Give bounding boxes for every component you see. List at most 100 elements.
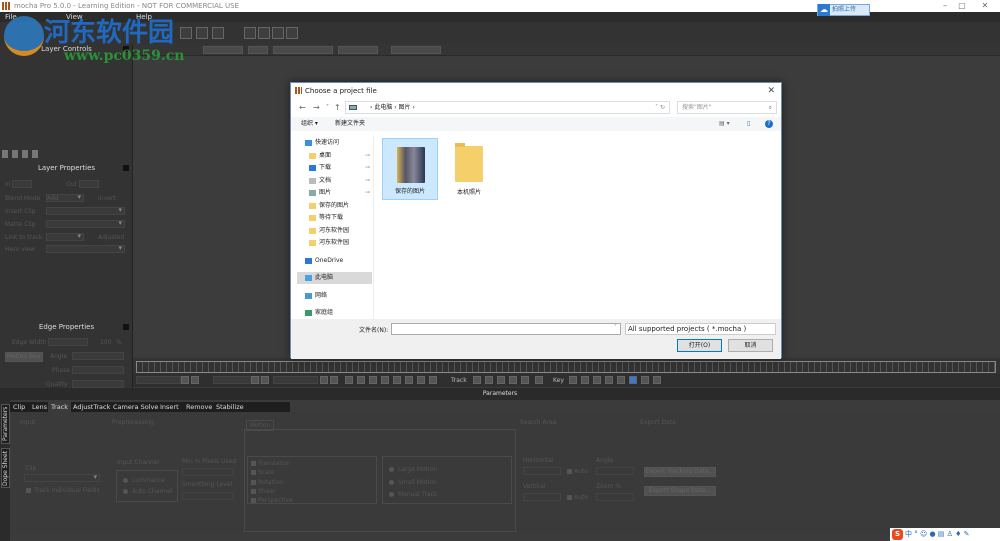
tab-clip[interactable]: Clip (10, 402, 28, 412)
menu-view[interactable]: View (66, 12, 83, 22)
tab-camera-solve[interactable]: Camera Solve (110, 402, 161, 412)
matte-clip-select[interactable] (46, 219, 125, 228)
tab-dope-sheet[interactable]: Dope Sheet (1, 448, 10, 488)
export-tracking-button[interactable]: Export Tracking Data... (644, 467, 716, 477)
organize-button[interactable]: 组织 ▾ (301, 117, 318, 131)
filetype-select[interactable]: All supported projects ( *.mocha ) (625, 323, 776, 335)
playback-button[interactable] (405, 376, 413, 384)
nav-item[interactable]: 家庭组 (297, 307, 372, 319)
angle-field[interactable] (596, 467, 634, 475)
adjusted-checkbox[interactable]: Adjusted (98, 234, 124, 241)
menu-help[interactable]: Help (136, 12, 152, 22)
luminance-radio[interactable] (123, 478, 128, 483)
cancel-button[interactable]: 取消 (728, 339, 773, 352)
search-input[interactable]: 搜索"图片" ⌕ (677, 101, 777, 114)
track-button[interactable] (535, 376, 543, 384)
ime-toolbar[interactable]: S中 ° ☺ ● ▤ ♙ ♦ ✎ (890, 528, 1000, 541)
help-icon[interactable]: ? (765, 120, 773, 128)
tab-remove[interactable]: Remove (183, 402, 215, 412)
nav-item[interactable]: 河东软件园 (297, 225, 372, 237)
quality-field[interactable] (72, 380, 124, 388)
track-button[interactable] (521, 376, 529, 384)
forward-icon[interactable]: → (313, 101, 320, 114)
frame-field[interactable] (136, 376, 181, 384)
view-buttons[interactable] (338, 46, 378, 54)
playback-button[interactable] (417, 376, 425, 384)
nav-item[interactable]: 桌面 ⊸ (297, 150, 372, 162)
keyframe-button[interactable] (653, 376, 661, 384)
preview-pane-icon[interactable]: ▯ (747, 117, 750, 131)
open-button[interactable]: 打开(O) (677, 339, 722, 352)
dialog-close-button[interactable]: ✕ (767, 83, 775, 99)
tab-lens[interactable]: Lens (29, 402, 50, 412)
zoom-field[interactable] (596, 493, 634, 501)
track-fields-checkbox[interactable] (26, 488, 31, 493)
tab-insert[interactable]: Insert (157, 402, 182, 412)
view-buttons[interactable] (391, 46, 441, 54)
timeline-ruler[interactable] (136, 361, 996, 373)
playback-button[interactable] (181, 376, 189, 384)
insert-clip-select[interactable] (46, 206, 125, 215)
playback-button[interactable] (330, 376, 338, 384)
nav-item[interactable]: 快速访问 (297, 137, 372, 149)
close-icon[interactable] (123, 165, 129, 171)
motion-rotation-checkbox[interactable] (251, 479, 256, 485)
recent-dropdown-icon[interactable]: ˅ (326, 101, 329, 114)
tab-track[interactable]: Track (48, 402, 72, 412)
smoothing-field[interactable] (182, 492, 234, 500)
filename-input[interactable]: ˅ (391, 323, 621, 335)
view-select[interactable] (248, 46, 268, 54)
motion-mode-radio[interactable] (389, 479, 394, 485)
nav-item[interactable]: 此电脑 (297, 272, 372, 284)
tab-parameters[interactable]: Parameters (1, 404, 10, 444)
playback-button[interactable] (191, 376, 199, 384)
keyframe-button[interactable] (569, 376, 577, 384)
playback-button[interactable] (320, 376, 328, 384)
folder-item[interactable]: 本机照片 (441, 138, 497, 200)
edge-width-field[interactable] (48, 338, 88, 346)
motion-mode-radio[interactable] (389, 492, 394, 497)
link-to-track-select[interactable] (46, 232, 84, 241)
tool-button[interactable] (212, 27, 224, 39)
keyframe-button[interactable] (593, 376, 601, 384)
breadcrumb-item[interactable]: 图片 (399, 104, 411, 111)
ime-lang[interactable]: 中 (905, 530, 912, 538)
folder-item[interactable]: 保存的图片 (382, 138, 438, 200)
keyframe-button[interactable] (641, 376, 649, 384)
view-buttons[interactable] (273, 46, 333, 54)
close-icon[interactable] (123, 324, 129, 330)
motion-shear-checkbox[interactable] (251, 488, 256, 494)
path-box[interactable]: › 此电脑 › 图片 › ˅ ↻ (345, 101, 670, 114)
nav-item[interactable]: OneDrive (297, 255, 372, 267)
nav-item[interactable]: 下载 ⊸ (297, 162, 372, 174)
motion-perspective-checkbox[interactable] (251, 498, 256, 504)
nav-item[interactable]: 保存的图片 (297, 200, 372, 212)
angle-field[interactable] (72, 352, 124, 360)
crosshair-icon[interactable] (286, 27, 298, 39)
breadcrumb-item[interactable]: 此电脑 (374, 104, 392, 111)
tool-button[interactable] (180, 27, 192, 39)
vertical-field[interactable] (523, 493, 561, 501)
close-button[interactable]: ✕ (975, 0, 995, 12)
playback-button[interactable] (369, 376, 377, 384)
shape-icon[interactable] (258, 27, 270, 39)
auto-channel-radio[interactable] (123, 489, 128, 494)
horizontal-field[interactable] (523, 467, 561, 475)
nav-item[interactable]: 图片 ⊸ (297, 187, 372, 199)
clip-select[interactable] (24, 473, 100, 482)
new-folder-button[interactable]: 新建文件夹 (335, 117, 365, 131)
nav-item[interactable]: 网络 (297, 290, 372, 302)
link-icon[interactable] (244, 27, 256, 39)
playback-button[interactable] (251, 376, 259, 384)
motion-translation-checkbox[interactable] (251, 461, 256, 466)
view-select[interactable] (203, 46, 243, 54)
playback-button[interactable] (345, 376, 353, 384)
view-options-icon[interactable]: ▤ ▾ (719, 117, 730, 131)
track-button[interactable] (497, 376, 505, 384)
motion-scale-checkbox[interactable] (251, 470, 256, 476)
frame-field[interactable] (213, 376, 268, 384)
motion-tab[interactable]: Motion (246, 420, 275, 431)
invert-checkbox[interactable]: Invert (98, 195, 116, 202)
auto-h-checkbox[interactable] (567, 469, 572, 474)
keyframe-button[interactable] (605, 376, 613, 384)
